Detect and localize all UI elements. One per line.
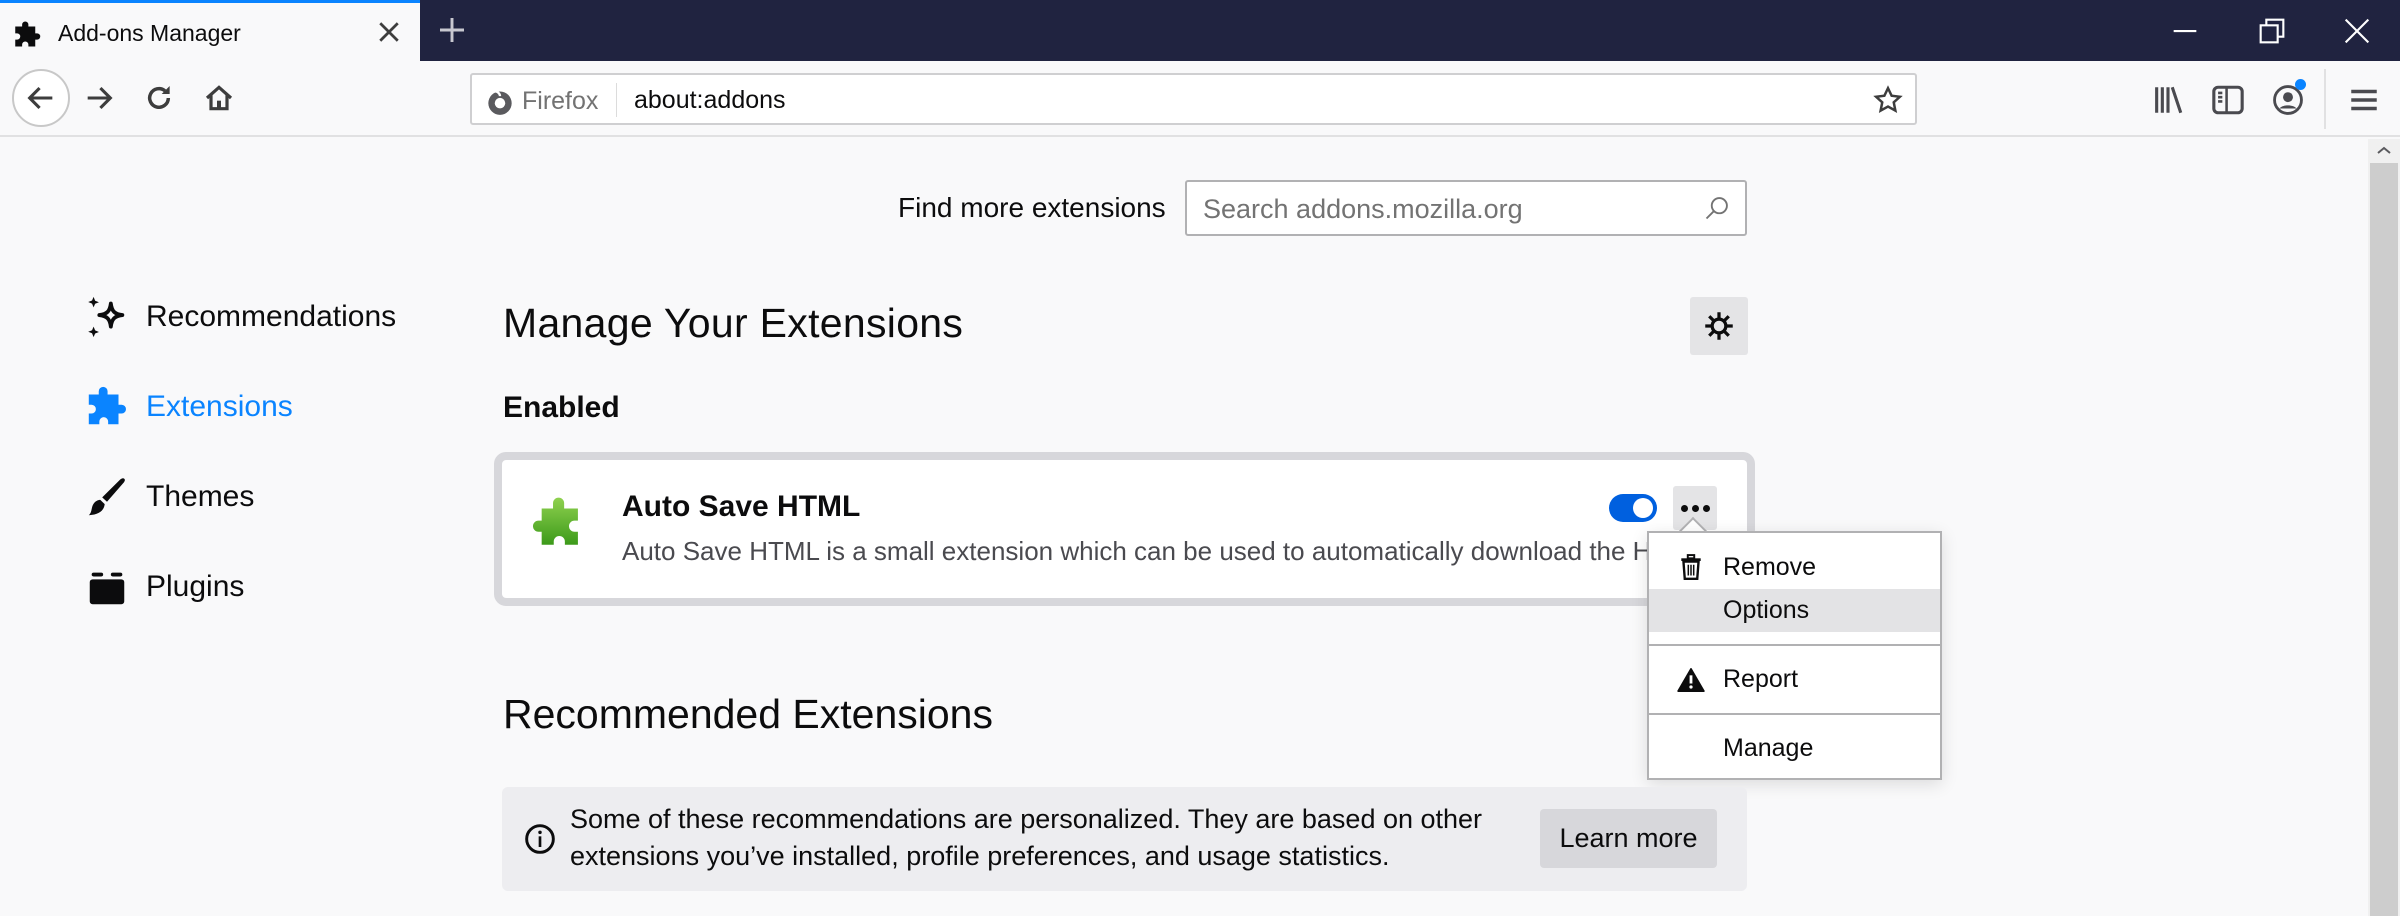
trash-icon: [1677, 553, 1705, 582]
sidebar-item-themes[interactable]: Themes: [84, 469, 444, 525]
hamburger-menu-icon[interactable]: [2347, 83, 2381, 117]
notification-badge: [2295, 79, 2306, 90]
gear-icon: [1705, 312, 1733, 340]
menu-item-label: Report: [1723, 665, 1799, 693]
url-bar[interactable]: Firefox about:addons: [470, 73, 1917, 125]
page-title: Manage Your Extensions: [503, 300, 964, 346]
menu-separator: [1649, 644, 1940, 646]
menu-item-manage[interactable]: Manage: [1649, 727, 1940, 770]
sidebar-item-recommendations[interactable]: Recommendations: [84, 289, 444, 345]
firefox-icon: [488, 89, 512, 115]
warning-icon: [1677, 666, 1705, 694]
close-window-icon[interactable]: [2340, 14, 2374, 48]
scroll-up-button[interactable]: [2368, 139, 2400, 161]
back-button[interactable]: [12, 69, 70, 127]
sidebar-item-label: Themes: [146, 480, 255, 513]
paintbrush-icon: [84, 474, 130, 520]
page-scrollbar[interactable]: [2368, 139, 2400, 916]
sidebar-item-label: Recommendations: [146, 300, 397, 333]
recommended-title: Recommended Extensions: [503, 691, 993, 737]
extension-description: Auto Save HTML is a small extension whic…: [622, 536, 1652, 566]
forward-button[interactable]: [74, 73, 124, 123]
extension-name: Auto Save HTML: [622, 490, 861, 523]
toggle-knob: [1633, 498, 1653, 518]
identity-box[interactable]: Firefox: [486, 87, 598, 116]
menu-item-label: Options: [1723, 596, 1810, 624]
menu-separator: [1649, 713, 1940, 715]
reload-button[interactable]: [134, 73, 184, 123]
minimize-icon[interactable]: [2168, 14, 2202, 48]
library-icon[interactable]: [2151, 83, 2185, 117]
menu-item-label: Remove: [1723, 553, 1817, 581]
extension-card[interactable]: Auto Save HTML Auto Save HTML is a small…: [502, 460, 1747, 598]
arrow-right-icon: [87, 86, 113, 110]
notice-text: Some of these recommendations are person…: [570, 804, 1483, 871]
menu-item-options[interactable]: Options: [1649, 589, 1940, 632]
menu-item-report[interactable]: Report: [1649, 658, 1940, 701]
sidebar-item-plugins[interactable]: Plugins: [84, 559, 444, 615]
tab-title: Add-ons Manager: [58, 20, 241, 46]
sidebar-item-label: Extensions: [146, 390, 293, 423]
menu-item-remove[interactable]: Remove: [1649, 546, 1940, 589]
learn-more-button[interactable]: Learn more: [1540, 809, 1717, 868]
addons-search-input[interactable]: [1203, 192, 1683, 226]
close-tab-icon[interactable]: [374, 17, 404, 47]
puzzle-icon: [15, 21, 41, 47]
extension-enable-toggle[interactable]: [1609, 494, 1657, 522]
tab-bar: Add-ons Manager: [0, 0, 2400, 61]
home-button[interactable]: [194, 73, 244, 123]
search-icon[interactable]: [1703, 194, 1731, 222]
sparkle-icon: [84, 294, 130, 340]
reload-icon: [147, 86, 171, 109]
bookmark-star-icon[interactable]: [1873, 85, 1903, 115]
url-separator: [616, 83, 617, 117]
enabled-heading: Enabled: [503, 391, 620, 424]
find-more-label: Find more extensions: [898, 192, 1166, 223]
puzzle-icon: [84, 384, 130, 430]
nav-toolbar: Firefox about:addons: [0, 61, 2400, 137]
new-tab-icon[interactable]: [436, 14, 468, 46]
extension-options-menu: Remove Options Report Manage: [1647, 531, 1942, 780]
sidebar-item-extensions[interactable]: Extensions: [84, 379, 444, 435]
restore-icon[interactable]: [2255, 14, 2289, 48]
arrow-left-icon: [27, 86, 53, 110]
chevron-up-icon: [2377, 146, 2391, 154]
account-button[interactable]: [2271, 79, 2306, 117]
sidebar-toggle-icon[interactable]: [2211, 83, 2245, 117]
plugin-block-icon: [84, 564, 130, 610]
info-icon: [525, 824, 555, 854]
menu-item-label: Manage: [1723, 734, 1814, 762]
home-icon: [205, 85, 233, 111]
toolbar-separator: [2324, 69, 2326, 129]
addons-search-box[interactable]: [1185, 180, 1747, 236]
scroll-thumb[interactable]: [2370, 163, 2398, 916]
tab-addons-manager[interactable]: Add-ons Manager: [0, 0, 420, 61]
url-text[interactable]: about:addons: [634, 86, 786, 115]
identity-label: Firefox: [522, 87, 599, 115]
extension-puzzle-icon: [532, 497, 578, 545]
tools-gear-button[interactable]: [1690, 297, 1748, 355]
sidebar-item-label: Plugins: [146, 570, 245, 603]
personalization-notice: Some of these recommendations are person…: [502, 787, 1747, 891]
